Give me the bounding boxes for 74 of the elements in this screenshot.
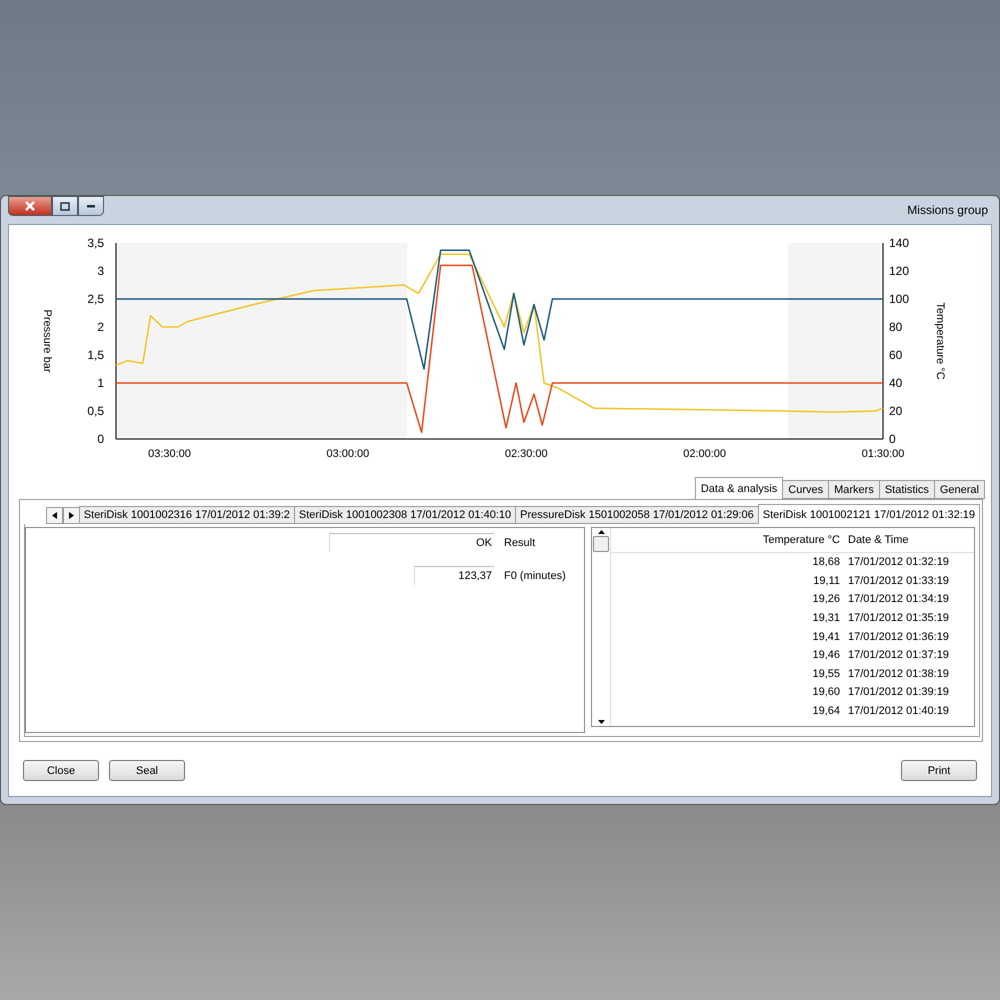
- tab[interactable]: Data & analysis: [694, 477, 784, 499]
- table-cell-text: 17/01/2012 01:35:19: [847, 612, 950, 624]
- table-cell-text: 19,64: [811, 705, 841, 718]
- tab[interactable]: Curves: [782, 480, 830, 499]
- table-cell-text: 19,41: [811, 630, 841, 643]
- tab[interactable]: SteriDisk 1001002308 17/01/2012 01:40:10: [294, 506, 516, 524]
- tab[interactable]: SteriDisk 1001002121 17/01/2012 01:32:19: [758, 504, 980, 524]
- table-cell-text: 18,68: [811, 556, 841, 568]
- dialog-button[interactable]: Print: [901, 760, 977, 781]
- scroll-right-button[interactable]: [62, 507, 80, 524]
- tick-label: 0: [97, 432, 104, 446]
- tick-label: 40: [889, 376, 902, 390]
- maximize-icon: [60, 202, 70, 210]
- tick-label: 01:30:00: [862, 448, 904, 460]
- table-cell-text: 17/01/2012 01:38:19: [847, 668, 950, 680]
- tab[interactable]: General: [934, 480, 985, 499]
- table-cell-text: 19,60: [811, 686, 841, 698]
- caret-icon: [598, 720, 604, 724]
- close-button[interactable]: [8, 196, 52, 216]
- table-cell-text: 17/01/2012 01:34:19: [847, 593, 950, 606]
- field-label: F0 (minutes): [504, 570, 567, 582]
- tick-label: 100: [889, 292, 910, 306]
- caret-icon: [68, 512, 74, 519]
- column-header: Date & Time: [847, 534, 910, 546]
- tick-label: 80: [889, 320, 902, 334]
- close-icon: [25, 201, 35, 211]
- scroll-left-button[interactable]: [46, 507, 63, 524]
- axis-title: Pressure bar: [41, 310, 53, 372]
- tab[interactable]: Markers: [828, 480, 880, 499]
- tick-label: 140: [889, 236, 910, 250]
- field-label: Result: [504, 536, 536, 548]
- caret-icon: [598, 530, 604, 534]
- tick-label: 02:00:00: [683, 448, 726, 460]
- tick-label: 1,5: [87, 348, 104, 362]
- tick-label: 120: [889, 264, 910, 278]
- tick-label: 0,5: [87, 404, 104, 418]
- table-cell-text: 19,31: [811, 612, 841, 624]
- table-cell-text: 17/01/2012 01:37:19: [847, 649, 950, 662]
- table-cell-text: 19,11: [812, 574, 841, 587]
- table-cell-text: 19,46: [811, 649, 841, 662]
- caret-icon: [52, 512, 57, 519]
- tick-label: 1: [97, 376, 104, 390]
- tick-label: 02:30:00: [504, 448, 548, 460]
- tick-label: 20: [889, 404, 902, 418]
- table-cell-text: 19,26: [811, 593, 841, 606]
- table-cell-text: 17/01/2012 01:33:19: [847, 574, 950, 587]
- tab[interactable]: PressureDisk 1501002058 17/01/2012 01:29:06: [515, 506, 759, 524]
- value-field[interactable]: OK: [329, 533, 494, 552]
- window-title: Missions group: [907, 203, 988, 217]
- dialog-button[interactable]: Seal: [109, 760, 185, 781]
- tick-label: 3,5: [87, 236, 104, 250]
- table-cell-text: 17/01/2012 01:32:19: [847, 556, 950, 568]
- tab[interactable]: Statistics: [878, 480, 935, 499]
- tick-label: 3: [97, 264, 104, 278]
- value-field[interactable]: 123,37: [414, 566, 494, 585]
- minimize-button[interactable]: [78, 196, 104, 216]
- axis-title: Temperature °C: [934, 302, 946, 380]
- table-cell-text: 17/01/2012 01:36:19: [847, 630, 950, 643]
- dialog-button[interactable]: Close: [23, 760, 99, 781]
- table-cell-text: 19,55: [811, 668, 841, 680]
- scrollbar[interactable]: [592, 528, 611, 726]
- tab[interactable]: SteriDisk 1001002316 17/01/2012 01:39:2: [78, 506, 295, 524]
- tick-label: 2,5: [87, 292, 104, 306]
- table-cell-text: 17/01/2012 01:40:19: [847, 705, 950, 718]
- scroll-thumb[interactable]: [593, 536, 609, 552]
- tick-label: 03:00:00: [326, 448, 370, 460]
- column-header: Temperature °C: [762, 534, 841, 546]
- tick-label: 03:30:00: [148, 448, 191, 460]
- maximize-button[interactable]: [52, 196, 78, 216]
- table-cell-text: 17/01/2012 01:39:19: [847, 686, 950, 698]
- tick-label: 60: [889, 348, 902, 362]
- minimize-icon: [86, 204, 96, 208]
- tick-label: 2: [97, 320, 104, 334]
- tick-label: 0: [889, 432, 896, 446]
